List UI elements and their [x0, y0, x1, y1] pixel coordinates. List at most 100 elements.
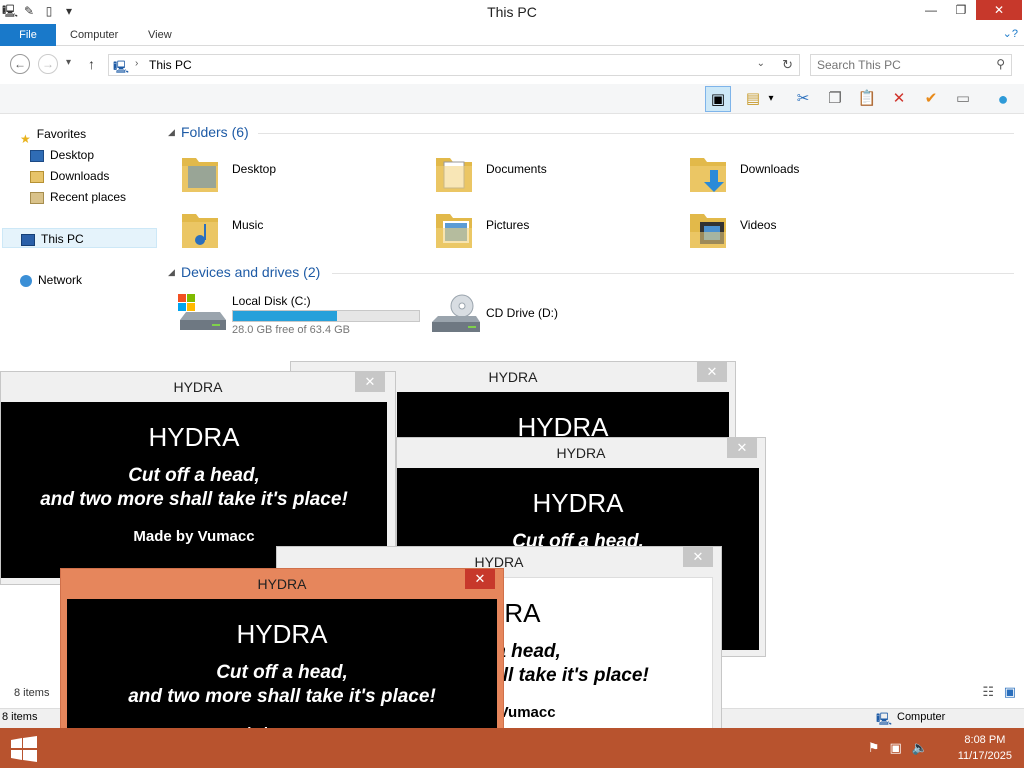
preview-pane-icon[interactable]: ▣ — [705, 86, 731, 112]
nav-downloads[interactable]: Downloads — [30, 166, 109, 186]
checkmark-icon[interactable]: ✔ — [918, 86, 944, 112]
popup-close-button[interactable]: ✕ — [465, 569, 495, 589]
nav-desktop[interactable]: Desktop — [30, 145, 94, 165]
search-input[interactable] — [811, 55, 981, 75]
folder-videos[interactable]: Videos — [678, 204, 918, 254]
refresh-icon[interactable]: ↻ — [782, 57, 793, 73]
back-button[interactable]: ← — [10, 54, 30, 74]
popup-credit: Made by Vumacc — [133, 528, 255, 545]
nav-favorites[interactable]: ★ Favorites — [20, 124, 86, 146]
folder-desktop[interactable]: Desktop — [170, 148, 410, 198]
hard-drive-icon — [178, 294, 226, 330]
desktop-icon — [30, 149, 44, 162]
popup-tagline: Cut off a head, and two more shall take … — [40, 465, 348, 510]
tab-view[interactable]: View — [134, 24, 186, 46]
devices-heading[interactable]: Devices and drives (2) — [181, 264, 320, 280]
popup-heading: HYDRA — [532, 488, 624, 518]
tab-file[interactable]: File — [0, 24, 56, 46]
search-icon[interactable]: ⚲ — [996, 57, 1005, 71]
popup-title: HYDRA — [556, 445, 606, 461]
computer-icon — [21, 233, 35, 246]
large-icons-view-icon[interactable]: ▣ — [1004, 684, 1016, 700]
desktop-folder-icon — [182, 158, 218, 192]
action-center-flag-icon[interactable]: ⚑ — [868, 740, 880, 756]
delete-icon[interactable]: ✕ — [886, 86, 912, 112]
properties-icon[interactable]: ▤ — [740, 86, 766, 112]
collapse-arrow-icon[interactable]: ◢ — [168, 267, 175, 278]
address-bar[interactable]: 🖳 › This PC ⌄ ↻ — [108, 54, 800, 76]
popup-heading: HYDRA — [148, 422, 240, 452]
popup-title: HYDRA — [257, 576, 307, 592]
section-divider — [332, 273, 1014, 274]
cut-icon[interactable]: ✂ — [790, 86, 816, 112]
close-button[interactable]: ✕ — [976, 0, 1022, 20]
folder-pictures[interactable]: Pictures — [424, 204, 664, 254]
ribbon-tabs: File Computer View ⌄? — [0, 24, 1024, 46]
section-divider — [258, 133, 1014, 134]
tab-computer[interactable]: Computer — [56, 24, 132, 46]
clock-date: 11/17/2025 — [957, 750, 1012, 762]
star-icon: ★ — [20, 131, 31, 146]
popup-heading: HYDRA — [236, 619, 328, 649]
chevron-right-icon[interactable]: › — [135, 58, 138, 69]
recent-locations-icon[interactable]: ▾ — [66, 57, 71, 68]
rename-icon[interactable]: ▭ — [950, 86, 976, 112]
folder-documents[interactable]: Documents — [424, 148, 664, 198]
item-count-secondary: 8 items — [2, 711, 38, 723]
title-bar: 🖳 ✎ ▯ ▾ This PC — ❐ ✕ — [0, 0, 1024, 24]
collapse-arrow-icon[interactable]: ◢ — [168, 127, 175, 138]
navigation-pane: ★ Favorites Desktop Downloads Recent plac… — [0, 118, 160, 358]
address-dropdown-icon[interactable]: ⌄ — [757, 58, 765, 69]
popup-tagline: Cut off a head, and two more shall take … — [128, 662, 436, 707]
music-folder-icon — [182, 214, 218, 248]
clock-time: 8:08 PM — [964, 734, 1006, 746]
drive-cd-d[interactable]: CD Drive (D:) — [424, 288, 624, 338]
up-arrow-icon[interactable]: ↑ — [88, 56, 95, 72]
restore-button[interactable]: ❐ — [946, 0, 976, 20]
documents-folder-icon — [436, 158, 472, 192]
recent-places-icon — [30, 191, 44, 204]
pictures-folder-icon — [436, 214, 472, 248]
globe-icon[interactable]: ● — [990, 86, 1016, 112]
start-button[interactable] — [10, 736, 38, 762]
nav-this-pc[interactable]: This PC — [2, 228, 157, 248]
downloads-folder-icon — [30, 170, 44, 183]
drive-local-c[interactable]: Local Disk (C:) 28.0 GB free of 63.4 GB — [170, 288, 430, 338]
address-row: ← → ▾ ↑ 🖳 › This PC ⌄ ↻ ⚲ — [0, 50, 1024, 80]
folder-downloads[interactable]: Downloads — [678, 148, 918, 198]
zone-label: Computer — [897, 711, 946, 723]
network-status-icon[interactable]: ▣ — [890, 740, 902, 756]
item-count: 8 items — [14, 687, 50, 699]
computer-icon: 🖳 — [113, 60, 130, 74]
nav-network[interactable]: Network — [20, 270, 82, 290]
disk-usage-fill — [233, 311, 338, 321]
popup-close-button[interactable]: ✕ — [727, 438, 757, 458]
nav-recent-places[interactable]: Recent places — [30, 187, 126, 207]
videos-folder-icon — [690, 214, 726, 248]
minimize-button[interactable]: — — [916, 0, 946, 20]
window-title: This PC — [487, 4, 537, 20]
taskbar: ⚑ ▣ 🔈 8:08 PM 11/17/2025 — [0, 728, 1024, 768]
paste-icon[interactable]: 📋 — [854, 86, 880, 112]
copy-icon[interactable]: ❐ — [822, 86, 848, 112]
clock[interactable]: 8:08 PM 11/17/2025 — [958, 732, 1012, 764]
popup-close-button[interactable]: ✕ — [355, 372, 385, 392]
network-icon — [20, 274, 32, 287]
popup-title: HYDRA — [173, 379, 223, 395]
downloads-folder-icon — [690, 158, 726, 192]
folder-music[interactable]: Music — [170, 204, 410, 254]
details-view-icon[interactable]: ☷ — [982, 684, 994, 700]
disk-usage-bar — [232, 310, 420, 322]
popup-close-button[interactable]: ✕ — [683, 547, 713, 567]
help-icon[interactable]: ⌄? — [1003, 27, 1018, 40]
dropdown-icon[interactable]: ▾ — [764, 86, 778, 112]
popup-close-button[interactable]: ✕ — [697, 362, 727, 382]
address-path: This PC — [149, 58, 192, 72]
system-tray: ⚑ ▣ 🔈 — [868, 740, 928, 756]
search-box[interactable]: ⚲ — [810, 54, 1012, 76]
forward-button[interactable]: → — [38, 54, 58, 74]
folders-heading[interactable]: Folders (6) — [181, 124, 249, 140]
toolbar: ▣ ▤ ▾ ✂ ❐ 📋 ✕ ✔ ▭ ● — [0, 84, 1024, 114]
volume-icon[interactable]: 🔈 — [912, 740, 928, 756]
cd-drive-icon — [432, 294, 480, 332]
